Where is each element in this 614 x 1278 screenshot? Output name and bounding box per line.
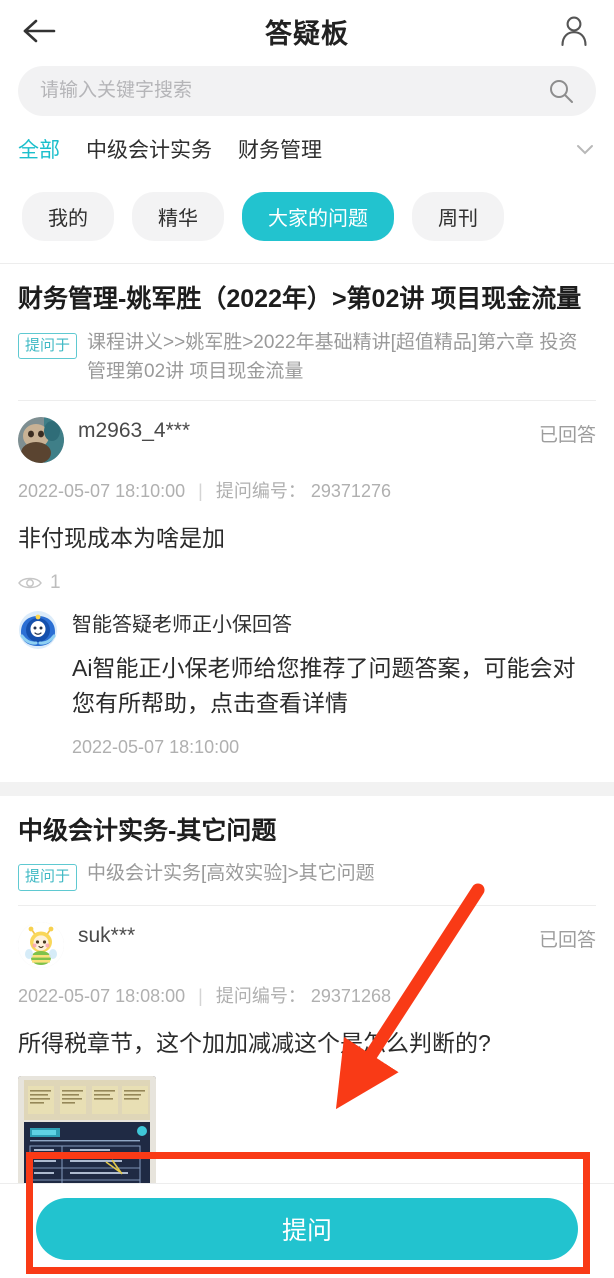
search-icon[interactable]: [548, 78, 574, 104]
question-meta: 2022-05-07 18:08:00 | 提问编号： 29371268: [18, 982, 596, 1008]
page-title: 答疑板: [265, 18, 349, 49]
category-tab-financial-management[interactable]: 财务管理: [238, 134, 322, 164]
search-box[interactable]: [18, 66, 596, 116]
view-count-value: 1: [50, 571, 61, 593]
filter-chip-essence[interactable]: 精华: [132, 192, 224, 241]
ask-badge: 提问于: [18, 332, 78, 359]
question-meta: 2022-05-07 18:10:00 | 提问编号： 29371276: [18, 477, 596, 503]
status-badge: 已回答: [538, 425, 596, 447]
filter-chip-weekly[interactable]: 周刊: [412, 192, 504, 241]
meta-separator: |: [198, 481, 203, 502]
thread-source-path: 课程讲义>>姚军胜>2022年基础精讲[超值精品]第六章 投资管理第02讲 项目…: [87, 331, 578, 382]
page-scroll-area[interactable]: 答疑板 全部 中级会计实务 财务管理: [0, 0, 614, 1278]
app-root: 答疑板 全部 中级会计实务 财务管理: [0, 0, 614, 1278]
avatar: [18, 921, 64, 968]
thread-card[interactable]: 中级会计实务-其它问题 提问于 中级会计实务[高效实验]>其它问题 suk***…: [0, 795, 614, 1215]
ai-reply[interactable]: 智能答疑老师正小保回答 Ai智能正小保老师给您推荐了问题答案，可能会对您有所帮助…: [18, 608, 596, 772]
question-text: 所得税章节，这个加加减减这个是怎么判断的?: [18, 1029, 491, 1056]
question-username: m2963_4***: [78, 419, 191, 443]
thread-card[interactable]: 财务管理-姚军胜（2022年）>第02讲 项目现金流量 提问于 课程讲义>>姚军…: [0, 264, 614, 782]
bottom-action-bar: 提问: [0, 1183, 614, 1278]
thread-title[interactable]: 财务管理-姚军胜（2022年）>第02讲 项目现金流量: [18, 264, 596, 328]
user-photo-avatar-icon: [18, 417, 64, 464]
question-entry[interactable]: suk*** 已回答 2022-05-07 18:08:00 | 提问编号： 2…: [18, 906, 596, 1215]
question-id-value: 29371276: [310, 481, 391, 502]
ai-assistant-avatar-icon: [18, 610, 58, 650]
view-count: 1: [18, 572, 596, 594]
question-timestamp: 2022-05-07 18:10:00: [18, 481, 186, 502]
question-id-value: 29371268: [310, 985, 391, 1006]
question-text: 非付现成本为啥是加: [18, 525, 225, 552]
question-header: m2963_4*** 已回答: [18, 417, 596, 464]
status-badge: 已回答: [538, 929, 596, 951]
thread-source: 提问于 中级会计实务[高效实验]>其它问题: [18, 859, 596, 904]
user-account-icon: [561, 16, 587, 47]
ai-reply-text[interactable]: Ai智能正小保老师给您推荐了问题答案，可能会对您有所帮助，点击查看详情: [72, 651, 596, 721]
section-gap: [0, 781, 614, 796]
ask-question-button[interactable]: 提问: [36, 1198, 578, 1260]
filter-chip-mine[interactable]: 我的: [22, 192, 114, 241]
ai-reply-title: 智能答疑老师正小保回答: [72, 613, 292, 636]
avatar: [18, 417, 64, 464]
back-button[interactable]: [18, 10, 60, 52]
question-header-main: m2963_4*** 已回答: [78, 417, 596, 447]
search-input[interactable]: [40, 80, 548, 102]
thread-title[interactable]: 中级会计实务-其它问题: [18, 796, 596, 860]
category-tab-intermediate-accounting[interactable]: 中级会计实务: [86, 134, 212, 164]
chevron-down-icon[interactable]: [572, 136, 598, 162]
question-header: suk*** 已回答: [18, 921, 596, 968]
filter-chip-everyones-questions[interactable]: 大家的问题: [242, 192, 394, 241]
meta-separator: |: [198, 985, 203, 1006]
eye-icon: [18, 577, 42, 589]
category-tab-all[interactable]: 全部: [18, 134, 60, 164]
arrow-left-icon: [23, 19, 56, 43]
ai-reply-body: 智能答疑老师正小保回答 Ai智能正小保老师给您推荐了问题答案，可能会对您有所帮助…: [72, 608, 596, 758]
bee-cartoon-avatar-icon: [18, 921, 64, 968]
question-id-label: 提问编号：: [215, 985, 306, 1006]
question-entry[interactable]: m2963_4*** 已回答 2022-05-07 18:10:00 | 提问编…: [18, 401, 596, 781]
question-username: suk***: [78, 923, 136, 947]
ask-badge: 提问于: [18, 864, 78, 891]
category-tab-row: 全部 中级会计实务 财务管理: [0, 126, 614, 180]
thread-source-path: 中级会计实务[高效实验]>其它问题: [87, 863, 375, 885]
account-button[interactable]: [554, 11, 594, 51]
question-timestamp: 2022-05-07 18:08:00: [18, 985, 186, 1006]
thread-source: 提问于 课程讲义>>姚军胜>2022年基础精讲[超值精品]第六章 投资管理第02…: [18, 328, 596, 401]
filter-chip-row: 我的 精华 大家的问题 周刊: [0, 180, 614, 264]
top-app-bar: 答疑板: [0, 0, 614, 62]
search-section: [0, 62, 614, 126]
question-header-main: suk*** 已回答: [78, 922, 596, 952]
ai-reply-timestamp: 2022-05-07 18:10:00: [72, 736, 240, 757]
question-id-label: 提问编号：: [215, 481, 306, 502]
